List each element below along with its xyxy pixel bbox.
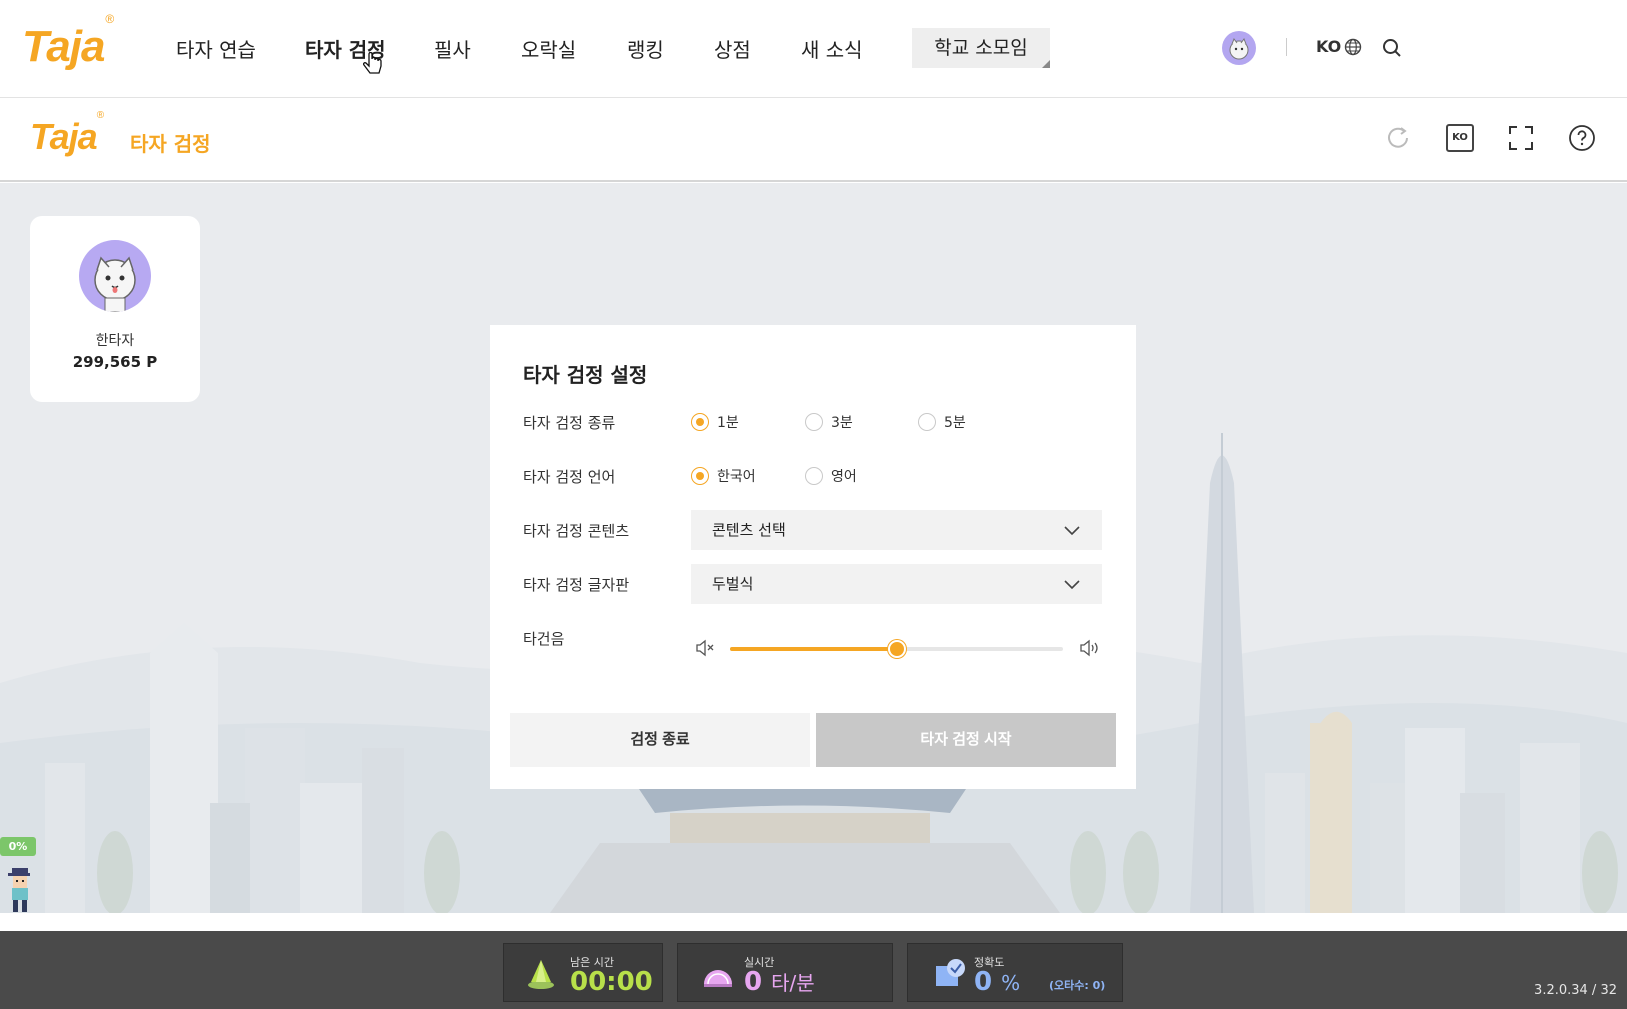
nav-ranking[interactable]: 랭킹 [627, 34, 664, 63]
accuracy-readout: 0 % [974, 967, 1020, 997]
remaining-time-value: 00:00 [570, 967, 653, 997]
nav-typing-practice[interactable]: 타자 연습 [176, 34, 256, 63]
sub-header: Taja® 타자 검정 KO [0, 98, 1627, 182]
top-navigation: Taja® 타자 연습 타자 검정 필사 오락실 랭킹 상점 새 소식 학교 소… [0, 0, 1627, 98]
progress-bubble: 0% [0, 837, 36, 856]
speed-value: 0 [744, 967, 763, 997]
page-title: 타자 검정 [130, 132, 211, 156]
keyboard-language-button[interactable]: KO [1446, 124, 1474, 152]
test-language-label: 타자 검정 언어 [523, 468, 616, 486]
speed-readout: 0 타/분 [744, 967, 815, 997]
profile-points: 299,565 P [72, 353, 158, 371]
status-bar: 남은 시간 00:00 실시간 0 타/분 정확도 0 % (오타수: 0) 3… [0, 931, 1627, 1009]
profile-name: 한타자 [95, 333, 135, 349]
volume-slider-fill [730, 647, 897, 651]
taja-logo[interactable]: Taja® [22, 12, 114, 72]
nav-arcade[interactable]: 오락실 [521, 34, 576, 63]
school-group-button[interactable]: 학교 소모임 [912, 28, 1050, 68]
test-keyboard-label: 타자 검정 글자판 [523, 576, 630, 594]
radio-english[interactable]: 영어 [805, 466, 857, 486]
dialog-title: 타자 검정 설정 [523, 363, 648, 387]
help-icon[interactable] [1568, 124, 1596, 152]
remaining-time-panel: 남은 시간 00:00 [503, 943, 663, 1002]
volume-up-icon[interactable] [1079, 639, 1101, 657]
test-content-label: 타자 검정 콘텐츠 [523, 522, 630, 540]
speed-panel: 실시간 0 타/분 [677, 943, 893, 1002]
start-test-button[interactable]: 타자 검정 시작 [816, 713, 1116, 767]
volume-slider[interactable] [730, 640, 1063, 658]
nav-news[interactable]: 새 소식 [801, 34, 863, 63]
nav-divider [1286, 38, 1287, 56]
search-icon[interactable] [1382, 38, 1402, 58]
speed-unit: 타/분 [771, 971, 815, 995]
keyboard-select[interactable]: 두벌식 [691, 564, 1102, 604]
fullscreen-icon[interactable] [1507, 124, 1535, 152]
accuracy-unit: % [1001, 971, 1021, 995]
test-settings-dialog: 타자 검정 설정 타자 검정 종류 1분 3분 5분 타자 검정 언어 한국어 … [490, 325, 1136, 789]
profile-avatar [79, 240, 151, 312]
key-sound-label: 타건음 [523, 630, 565, 648]
accuracy-value: 0 [974, 967, 993, 997]
user-avatar[interactable] [1222, 31, 1256, 65]
refresh-icon[interactable] [1384, 124, 1412, 152]
radio-3min[interactable]: 3분 [805, 412, 853, 432]
test-type-label: 타자 검정 종류 [523, 414, 616, 432]
volume-slider-handle[interactable] [887, 640, 906, 658]
radio-1min[interactable]: 1분 [691, 412, 739, 432]
hand-cursor-icon [363, 52, 382, 74]
version-label: 3.2.0.34 / 32 [1534, 983, 1617, 998]
nav-shop[interactable]: 상점 [714, 34, 751, 63]
radio-5min[interactable]: 5분 [918, 412, 966, 432]
runner-character-icon [8, 868, 30, 912]
volume-mute-icon[interactable] [695, 639, 715, 657]
test-stage: 한타자 299,565 P 타자 검정 설정 타자 검정 종류 1분 3분 5분… [0, 183, 1627, 931]
end-test-button[interactable]: 검정 종료 [510, 713, 810, 767]
radio-korean[interactable]: 한국어 [691, 466, 756, 486]
typo-count: (오타수: 0) [1049, 979, 1106, 992]
chevron-down-icon [1064, 526, 1080, 536]
taja-logo-small[interactable]: Taja® [30, 110, 104, 158]
chevron-down-icon [1064, 580, 1080, 590]
globe-icon [1345, 38, 1362, 55]
content-select[interactable]: 콘텐츠 선택 [691, 510, 1102, 550]
nav-transcription[interactable]: 필사 [434, 34, 471, 63]
profile-card: 한타자 299,565 P [30, 216, 200, 402]
language-selector[interactable]: KO [1316, 37, 1362, 56]
hourglass-icon [528, 960, 554, 989]
accuracy-check-icon [936, 959, 965, 986]
accuracy-panel: 정확도 0 % (오타수: 0) [907, 943, 1123, 1002]
speedometer-icon [704, 970, 732, 987]
